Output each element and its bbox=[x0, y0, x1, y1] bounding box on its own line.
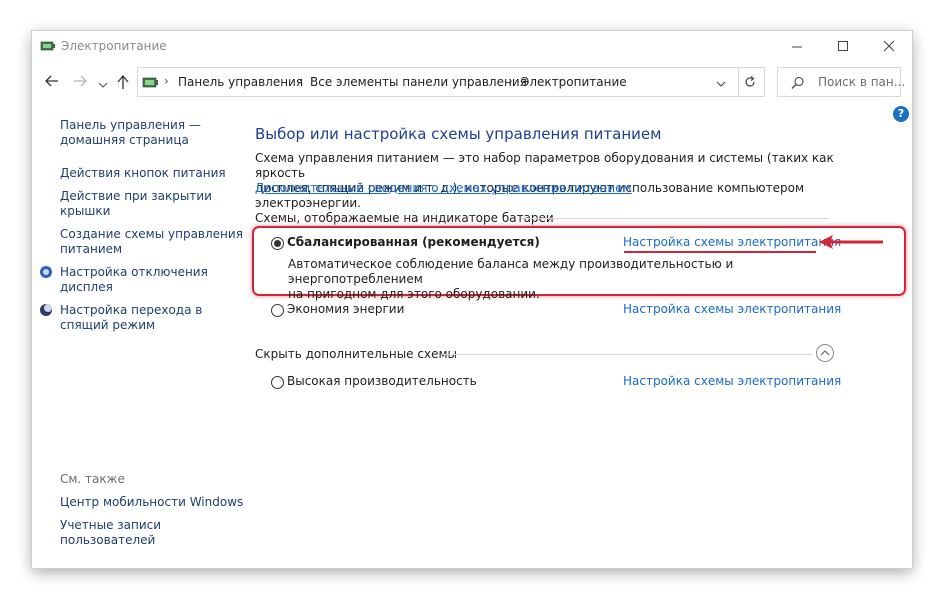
sleep-moon-icon bbox=[39, 303, 53, 317]
nav-lid-close-action-line2[interactable]: крышки bbox=[60, 204, 110, 219]
plan-balanced-description-line1: Автоматическое соблюдение баланса между … bbox=[288, 257, 734, 286]
page-title: Выбор или настройка схемы управления пит… bbox=[255, 125, 662, 143]
plan-high-performance-settings-link[interactable]: Настройка схемы электропитания bbox=[623, 374, 841, 388]
recent-locations-chevron-icon[interactable] bbox=[98, 78, 108, 94]
annotation-arrow-icon bbox=[817, 234, 887, 253]
collapse-hidden-plans-button[interactable] bbox=[816, 344, 834, 362]
nav-control-panel-home-line1[interactable]: Панель управления — bbox=[60, 118, 201, 133]
plan-balanced-settings-link[interactable]: Настройка схемы электропитания bbox=[623, 235, 841, 249]
breadcrumb-separator-icon: › bbox=[508, 74, 513, 88]
title-bar: Электропитание bbox=[32, 31, 912, 61]
maximize-button[interactable] bbox=[820, 31, 866, 61]
plan-balanced-description: Автоматическое соблюдение баланса между … bbox=[288, 257, 828, 302]
chevron-up-icon bbox=[820, 350, 830, 356]
window-title: Электропитание bbox=[61, 39, 167, 53]
close-button[interactable] bbox=[866, 31, 912, 61]
section-divider bbox=[442, 354, 812, 355]
plan-balanced-description-line2: на пригодном для этого оборудовании. bbox=[288, 287, 540, 301]
forward-arrow-icon[interactable] bbox=[72, 74, 90, 90]
plan-power-saver-radio[interactable] bbox=[271, 304, 284, 317]
power-options-icon bbox=[40, 39, 56, 53]
breadcrumb-power-options[interactable]: Электропитание bbox=[521, 75, 627, 89]
nav-mobility-center[interactable]: Центр мобильности Windows bbox=[60, 495, 243, 510]
nav-display-off-line2[interactable]: дисплея bbox=[60, 280, 113, 295]
plan-high-performance-name[interactable]: Высокая производительность bbox=[287, 374, 477, 388]
display-shield-icon bbox=[39, 265, 53, 279]
nav-user-accounts-line1[interactable]: Учетные записи bbox=[60, 518, 161, 533]
minimize-button[interactable] bbox=[774, 31, 820, 61]
navigation-bar: › Панель управления › Все элементы панел… bbox=[32, 67, 912, 97]
nav-display-off-line1[interactable]: Настройка отключения bbox=[60, 265, 208, 280]
nav-user-accounts-line2[interactable]: пользователей bbox=[60, 533, 155, 548]
plan-balanced-radio[interactable] bbox=[271, 237, 284, 250]
control-panel-window: Электропитание › Панель управления › Все… bbox=[32, 31, 912, 568]
refresh-button[interactable] bbox=[736, 67, 765, 97]
search-box[interactable]: Поиск в пан... bbox=[777, 67, 905, 97]
refresh-icon bbox=[745, 76, 755, 87]
breadcrumb-all-items[interactable]: Все элементы панели управления bbox=[310, 75, 527, 89]
nav-lid-close-action-line1[interactable]: Действие при закрытии bbox=[60, 189, 212, 204]
nav-sleep-line1[interactable]: Настройка перехода в bbox=[60, 303, 202, 318]
help-icon[interactable]: ? bbox=[893, 106, 909, 122]
breadcrumb-separator-icon: › bbox=[164, 74, 169, 88]
battery-plans-section-label: Схемы, отображаемые на индикаторе батаре… bbox=[255, 211, 554, 225]
address-dropdown-chevron-icon[interactable] bbox=[716, 77, 726, 91]
up-arrow-icon[interactable] bbox=[116, 74, 134, 90]
hidden-plans-section-label: Скрыть дополнительные схемы bbox=[255, 347, 457, 361]
nav-control-panel-home-line2[interactable]: домашняя страница bbox=[60, 133, 189, 148]
annotation-underline bbox=[624, 251, 816, 253]
nav-create-plan-line2[interactable]: питанием bbox=[60, 242, 122, 257]
nav-sleep-line2[interactable]: спящий режим bbox=[60, 318, 155, 333]
nav-create-plan-line1[interactable]: Создание схемы управления bbox=[60, 227, 243, 242]
section-divider bbox=[521, 218, 829, 219]
see-also-label: См. также bbox=[60, 472, 125, 486]
breadcrumb-control-panel[interactable]: Панель управления bbox=[178, 75, 303, 89]
plan-high-performance-radio[interactable] bbox=[271, 376, 284, 389]
more-info-link[interactable]: Дополнительные сведения о схемах управле… bbox=[255, 181, 632, 195]
nav-power-button-actions[interactable]: Действия кнопок питания bbox=[60, 166, 226, 181]
description-line1: Схема управления питанием — это набор па… bbox=[255, 151, 834, 180]
plan-power-saver-settings-link[interactable]: Настройка схемы электропитания bbox=[623, 302, 841, 316]
control-panel-location-icon bbox=[142, 74, 160, 93]
breadcrumb-separator-icon: › bbox=[298, 74, 303, 88]
plan-power-saver-name[interactable]: Экономия энергии bbox=[287, 302, 404, 316]
plan-balanced-name[interactable]: Сбалансированная (рекомендуется) bbox=[287, 235, 540, 249]
search-icon bbox=[791, 76, 804, 89]
back-arrow-icon[interactable] bbox=[44, 74, 62, 90]
address-bar[interactable]: › Панель управления › Все элементы панел… bbox=[137, 67, 739, 97]
search-placeholder: Поиск в пан... bbox=[818, 75, 906, 89]
